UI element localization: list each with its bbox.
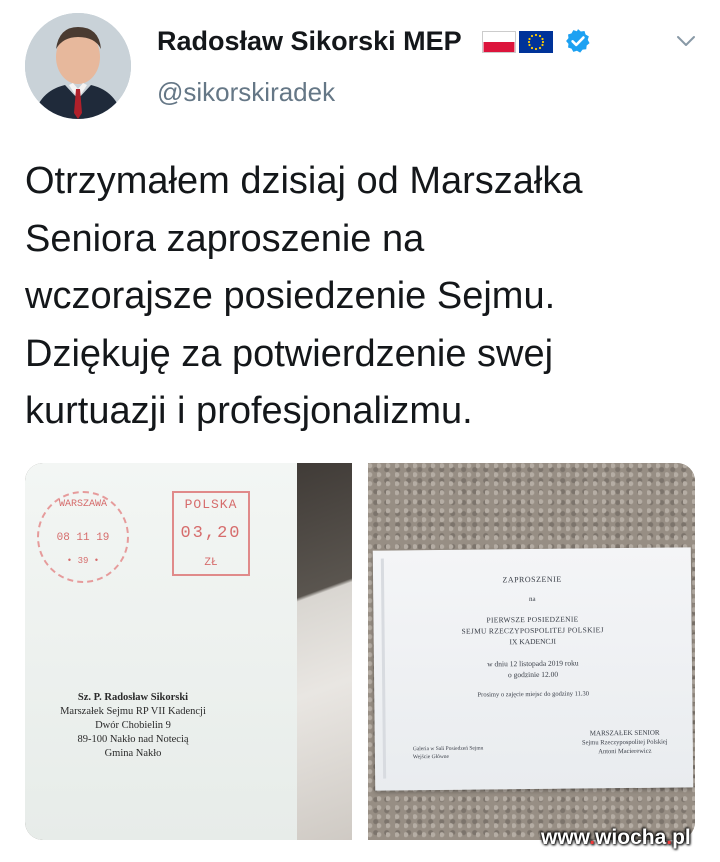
invitation-title: ZAPROSZENIE [502, 574, 562, 585]
postage-stamp: POLSKA 03,20 ZŁ [172, 491, 250, 576]
watermark-prefix: www [541, 826, 590, 849]
tweet-text: Otrzymałem dzisiaj od Marszałka Seniora … [25, 160, 583, 432]
stamp-currency: ZŁ [204, 557, 218, 569]
postmark: WARSZAWA 08 11 19 • 39 • [37, 491, 129, 583]
watermark-name: wiocha [595, 826, 667, 849]
flag-eu-icon [519, 31, 553, 53]
photo-envelope[interactable]: WARSZAWA 08 11 19 • 39 • POLSKA 03,20 ZŁ… [25, 463, 352, 840]
invitation-line: SEJMU RZECZYPOSPOLITEJ POLSKIEJ [461, 625, 604, 636]
invitation-line: PIERWSZE POSIEDZENIE [486, 614, 579, 625]
stamp-country: POLSKA [184, 497, 238, 512]
postmark-city: WARSZAWA [58, 499, 107, 510]
signer-org: Sejmu Rzeczypospolitej Polskiej [581, 738, 668, 747]
gallery-note: Galeria w Sali Posiedzeń Sejmu [412, 745, 484, 753]
postmark-date: 08 11 19 [56, 532, 110, 544]
author-name[interactable]: Radosław Sikorski MEP [157, 26, 462, 57]
recipient-address: Sz. P. Radosław Sikorski Marszałek Sejmu… [33, 691, 233, 761]
avatar-portrait [25, 13, 131, 119]
address-line: Marszałek Sejmu RP VII Kadencji [60, 706, 206, 717]
site-watermark: www.wiocha.pl [541, 826, 691, 850]
invitation-time: o godzinie 12.00 [507, 669, 559, 680]
avatar[interactable] [25, 13, 131, 119]
invitation-na: na [528, 594, 536, 604]
signer-name: Antoni Macierewicz [598, 747, 652, 756]
gallery-note: Wejście Główne [412, 753, 450, 761]
signer-title: MARSZAŁEK SENIOR [589, 728, 660, 738]
author-handle[interactable]: @sikorskiradek [157, 77, 335, 108]
invitation-date: w dniu 12 listopada 2019 roku [487, 658, 579, 669]
stamp-amount: 03,20 [180, 524, 242, 543]
verified-badge-icon [566, 29, 590, 53]
flag-poland-icon [482, 31, 516, 53]
photo-invitation[interactable]: ZAPROSZENIE na PIERWSZE POSIEDZENIE SEJM… [368, 463, 695, 840]
invitation-line: IX KADENCJI [509, 636, 556, 647]
invitation-card: ZAPROSZENIE na PIERWSZE POSIEDZENIE SEJM… [372, 547, 694, 791]
envelope: WARSZAWA 08 11 19 • 39 • POLSKA 03,20 ZŁ… [25, 463, 297, 840]
address-line: Sz. P. Radosław Sikorski [77, 692, 189, 703]
chevron-down-icon[interactable] [675, 33, 697, 49]
postmark-code: • 39 • [66, 556, 100, 566]
address-line: 89-100 Nakło nad Notecią [77, 734, 189, 745]
address-line: Dwór Chobielin 9 [95, 720, 171, 731]
address-line: Gmina Nakło [104, 748, 162, 759]
invitation-request: Prosimy o zajęcie miejsc do godziny 11.3… [477, 690, 590, 699]
watermark-tld: pl [672, 826, 691, 849]
